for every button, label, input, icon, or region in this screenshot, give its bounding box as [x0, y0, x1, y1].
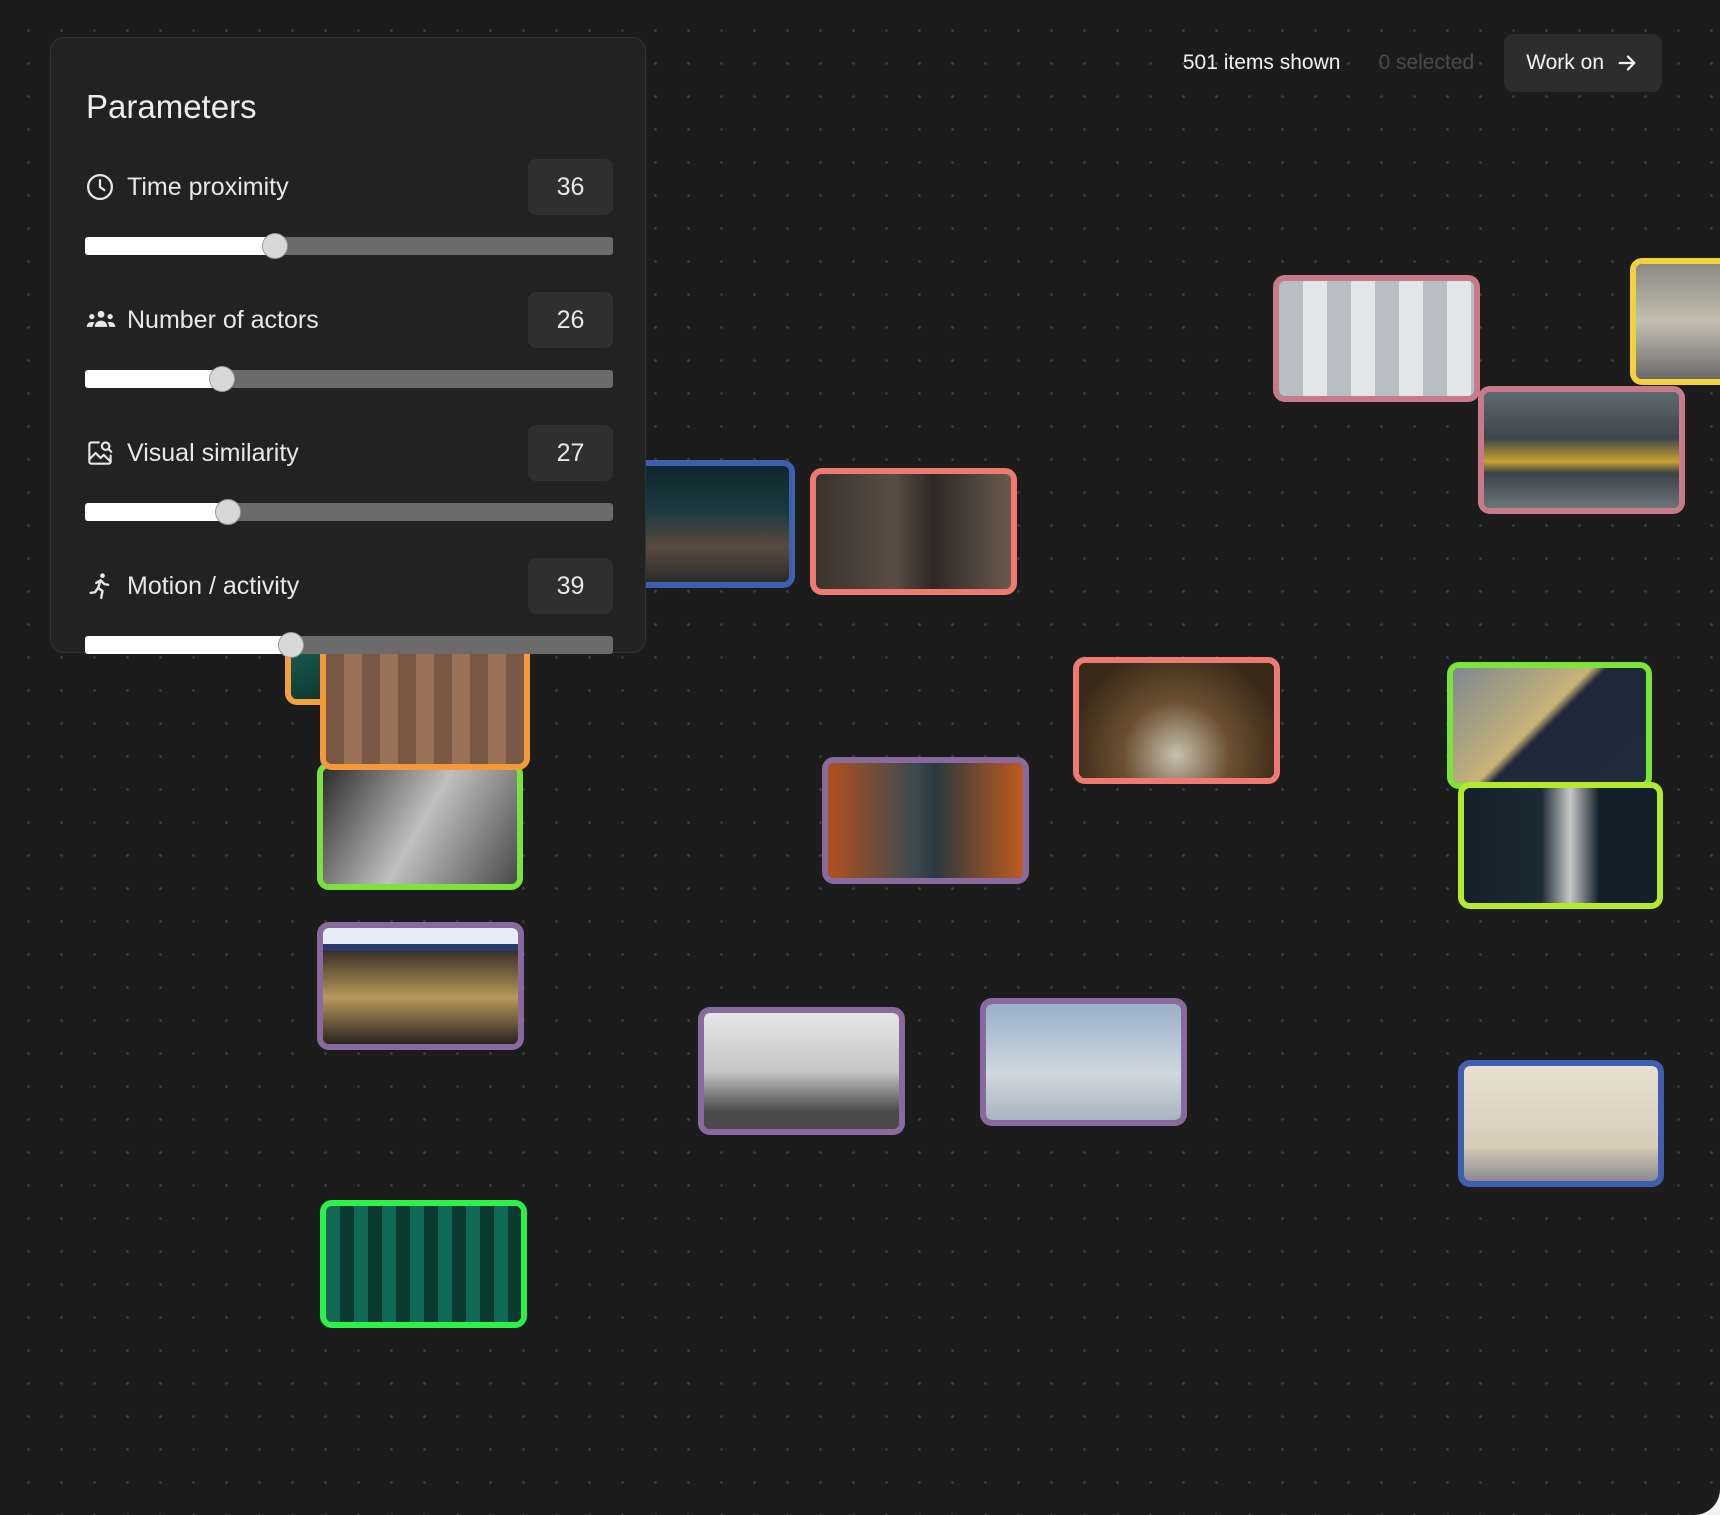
top-bar: 501 items shown 0 selected Work on	[1183, 34, 1662, 92]
items-shown-count: 501 items shown	[1182, 51, 1341, 74]
work-on-button[interactable]: Work on	[1504, 34, 1662, 92]
thumbnail-orange-tunnel[interactable]	[822, 757, 1029, 884]
param-visual-similarity: Visual similarity 27	[85, 425, 613, 535]
work-on-label: Work on	[1526, 51, 1604, 74]
param-motion-activity: Motion / activity 39	[85, 558, 613, 668]
param-label: Visual similarity	[127, 438, 299, 467]
thumbnail-storefront[interactable]	[317, 922, 524, 1050]
running-person-icon	[85, 570, 117, 602]
parameters-panel: Parameters Time proximity 36 Number of a…	[50, 37, 646, 657]
param-value[interactable]: 39	[528, 558, 613, 614]
clock-icon	[85, 171, 117, 203]
canvas[interactable]: 501 items shown 0 selected Work on Param…	[0, 0, 1720, 1515]
thumbnail-dark-doorway[interactable]	[1458, 782, 1663, 909]
slider-thumb[interactable]	[263, 234, 288, 258]
param-label: Number of actors	[127, 305, 319, 334]
param-value[interactable]: 27	[528, 425, 613, 481]
number-of-actors-slider[interactable]	[85, 367, 613, 391]
time-proximity-slider[interactable]	[85, 234, 613, 258]
param-number-of-actors: Number of actors 26	[85, 292, 613, 402]
thumbnail-security-cameras[interactable]	[1447, 662, 1652, 789]
arrow-right-icon	[1618, 55, 1636, 71]
thumbnail-stairway[interactable]	[810, 468, 1017, 595]
panel-title: Parameters	[86, 88, 257, 125]
visual-similarity-slider[interactable]	[85, 500, 613, 524]
thumbnail-rooftop-wall[interactable]	[698, 1007, 905, 1135]
thumbnail-empty-office[interactable]	[1273, 275, 1480, 402]
param-label: Time proximity	[127, 172, 289, 201]
selected-count: 0 selected	[1378, 51, 1475, 74]
param-label: Motion / activity	[127, 571, 300, 600]
thumbnail-camera-on-wall[interactable]	[317, 762, 523, 890]
param-value[interactable]: 36	[528, 159, 613, 215]
thumbnail-street-van[interactable]	[1630, 258, 1720, 385]
slider-thumb[interactable]	[278, 633, 303, 657]
thumbnail-building-facade[interactable]	[1458, 1060, 1664, 1187]
thumbnail-parking-garage[interactable]	[1478, 386, 1685, 514]
param-value[interactable]: 26	[528, 292, 613, 348]
motion-activity-slider[interactable]	[85, 633, 613, 657]
thumbnail-night-building[interactable]	[635, 460, 795, 588]
thumbnail-pole-camera[interactable]	[980, 998, 1187, 1126]
image-search-icon	[85, 437, 117, 469]
people-icon	[85, 304, 117, 336]
thumbnail-green-door[interactable]	[320, 1200, 527, 1328]
slider-thumb[interactable]	[215, 500, 240, 524]
thumbnail-escalator[interactable]	[1073, 657, 1280, 784]
param-time-proximity: Time proximity 36	[85, 159, 613, 269]
